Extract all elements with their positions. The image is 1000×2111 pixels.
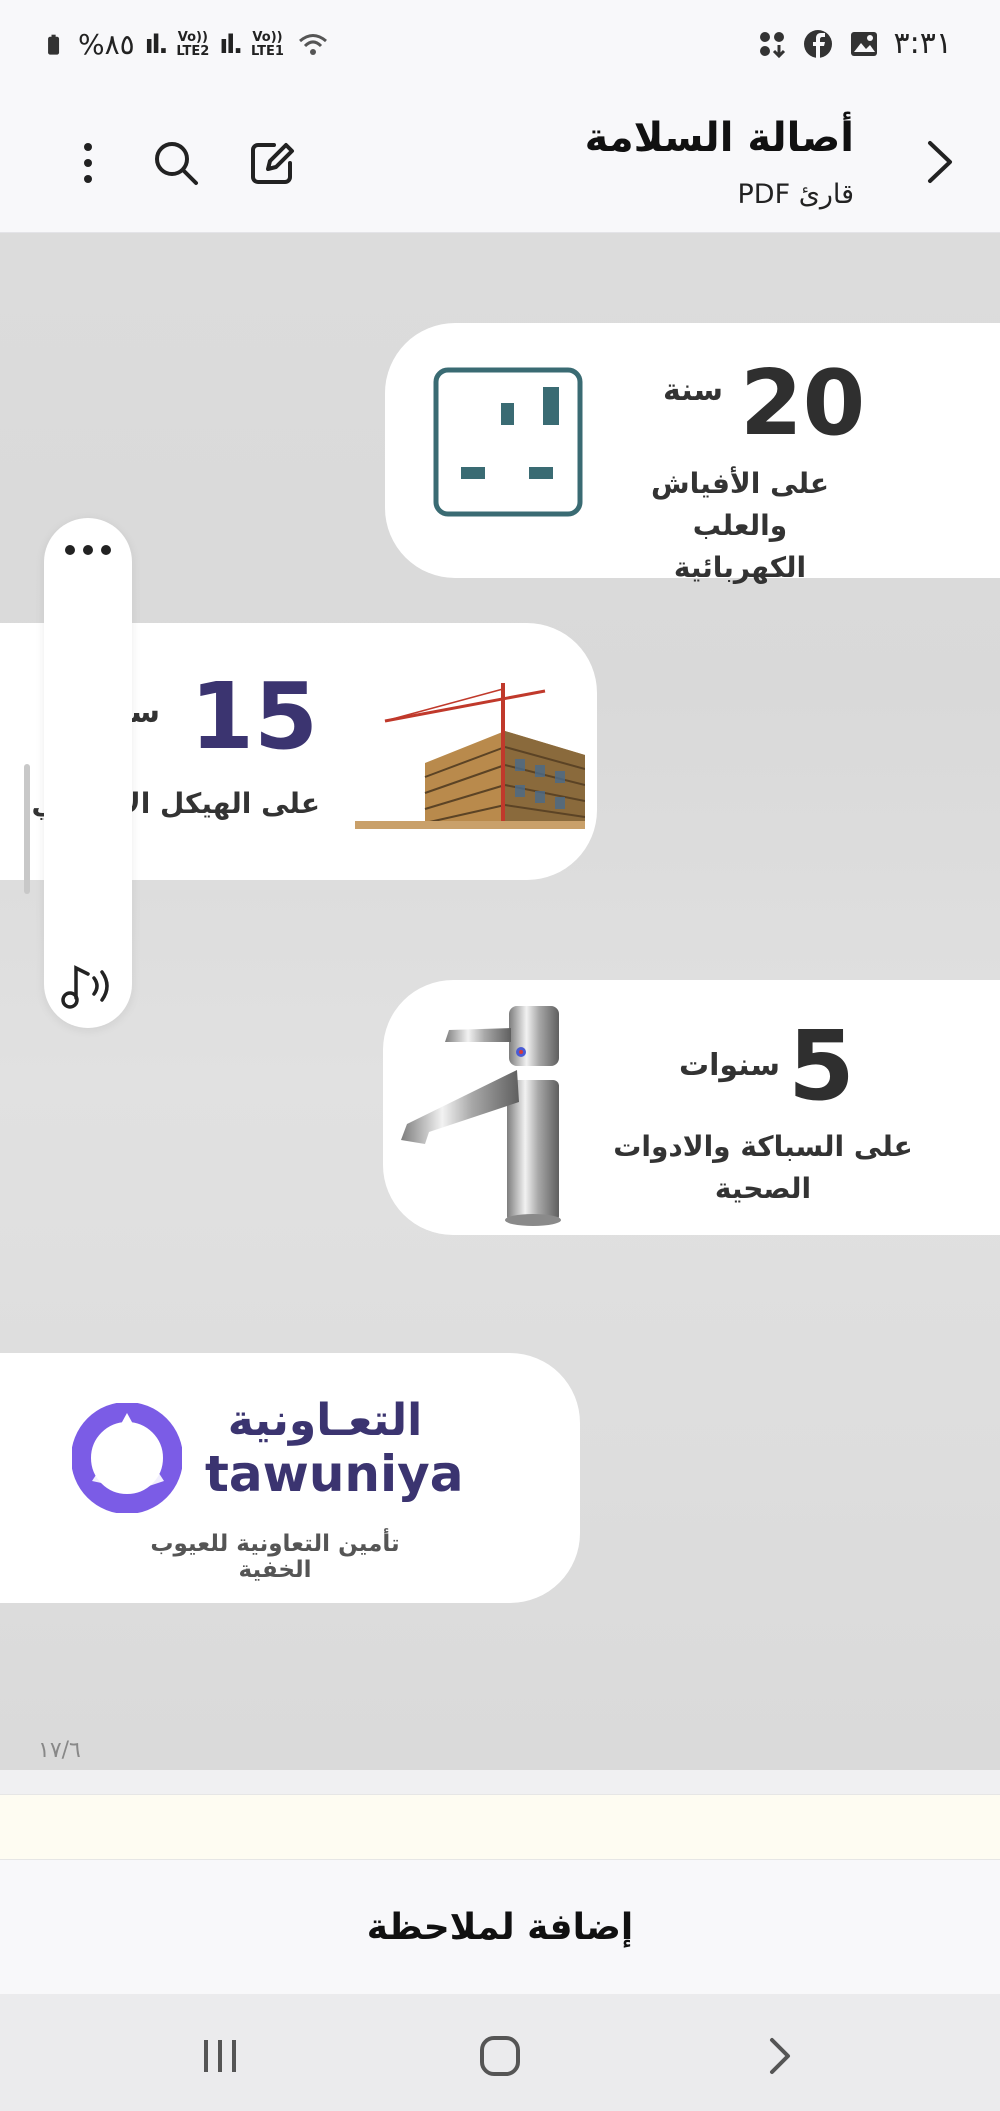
warranty-card-electrical: 20 سنة على الأفياش والعلب الكهربائية: [385, 323, 1000, 584]
system-navigation-bar: [0, 1994, 1000, 2111]
years-number: 5: [788, 1010, 855, 1122]
home-icon[interactable]: [470, 2026, 530, 2086]
add-note-button[interactable]: إضافة لملاحظة: [0, 1860, 1000, 1994]
tawuniya-arabic-wordmark: التعـاونية: [227, 1395, 423, 1446]
viewer-divider: [0, 1770, 1000, 1794]
lte-indicator-1: Vo)) LTE2: [176, 29, 210, 59]
search-icon[interactable]: [148, 135, 204, 191]
recent-apps-icon[interactable]: [190, 2026, 250, 2086]
battery-percent: %٨٥: [78, 28, 135, 61]
tawuniya-logo-icon: [72, 1403, 182, 1513]
years-number: 15: [190, 663, 319, 770]
tawuniya-logo-card: التعـاونية tawuniya تأمين التعاونية للعي…: [0, 1353, 580, 1603]
note-preview-bar[interactable]: [0, 1794, 1000, 1860]
warranty-description: على السباكة والادوات الصحية: [613, 1130, 913, 1205]
back-icon[interactable]: [750, 2026, 810, 2086]
scrollbar[interactable]: [24, 764, 30, 894]
gallery-icon: [850, 31, 877, 56]
status-bar: %٨٥ ıl. Vo)) LTE2 ıl. Vo)) LTE1 ٣:٣١: [0, 0, 1000, 95]
years-unit: سنة: [663, 373, 723, 408]
download-apps-icon: [759, 31, 785, 58]
power-socket-icon: [433, 367, 583, 517]
wifi-icon: [299, 33, 327, 55]
logo-tagline: تأمين التعاونية للعيوب الخفية: [150, 1531, 400, 1583]
app-bar: أصالة السلامة قارئ PDF: [0, 95, 1000, 233]
more-horizontal-icon[interactable]: [62, 538, 114, 562]
status-right: ٣:٣١: [756, 26, 952, 61]
page-indicator: ١٧/٦: [38, 1738, 81, 1763]
more-options-icon[interactable]: [60, 135, 116, 191]
battery-icon: [48, 34, 60, 55]
pdf-page-viewer[interactable]: 20 سنة على الأفياش والعلب الكهربائية 15 …: [0, 233, 1000, 1770]
status-left: %٨٥ ıl. Vo)) LTE2 ıl. Vo)) LTE1: [46, 28, 332, 61]
years-unit: سنوات: [679, 1048, 780, 1083]
years-number: 20: [740, 351, 866, 456]
signal-bars-icon: ıl.: [219, 29, 243, 60]
lte-indicator-2: Vo)) LTE1: [251, 29, 284, 59]
edit-icon[interactable]: [244, 135, 300, 191]
building-construction-image: [355, 681, 585, 829]
tawuniya-latin-wordmark: tawuniya: [205, 1445, 464, 1503]
back-chevron-icon[interactable]: [916, 137, 966, 187]
warranty-description: على الأفياش والعلب الكهربائية: [651, 467, 829, 584]
warranty-card-plumbing: 5 سنوات على السباكة والادوات الصحية: [383, 980, 1000, 1235]
clock: ٣:٣١: [893, 26, 952, 61]
floating-tool-panel[interactable]: [44, 518, 132, 1028]
read-aloud-icon[interactable]: [58, 960, 118, 1012]
signal-bars-icon: ıl.: [144, 29, 169, 60]
document-title: أصالة السلامة: [584, 115, 854, 161]
app-subtitle: قارئ PDF: [737, 179, 855, 210]
faucet-image: [401, 1006, 561, 1226]
facebook-icon: [803, 29, 832, 58]
